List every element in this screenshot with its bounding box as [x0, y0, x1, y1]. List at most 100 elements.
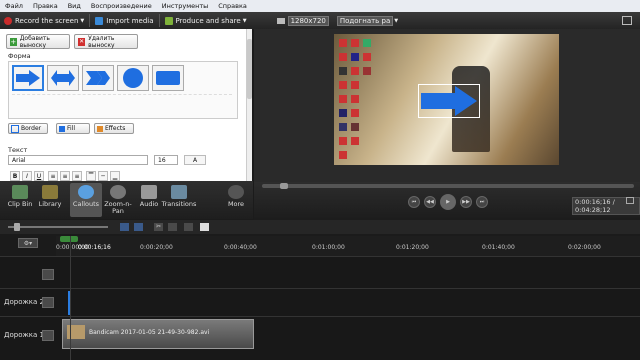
track-row: Дорожка 2 — [0, 288, 640, 316]
fill-button[interactable]: Fill — [56, 123, 90, 134]
timeline-toolbar: ✂ — [0, 220, 640, 234]
separator — [158, 14, 160, 27]
chevron-down-icon: ▼ — [394, 17, 399, 24]
ruler-tick: 0:00:40;00 — [224, 244, 257, 251]
tab-library[interactable]: Library — [36, 183, 64, 217]
tab-clip-bin[interactable]: Clip Bin — [4, 183, 36, 217]
shape-right-arrow[interactable] — [12, 65, 44, 91]
callout-bubble-icon — [78, 185, 94, 199]
resolution-select[interactable]: 1280x720 — [273, 13, 333, 28]
skip-back-button[interactable]: ⏮ — [408, 196, 420, 208]
border-icon — [11, 124, 19, 133]
ruler-tick: 0:02:00;00 — [568, 244, 601, 251]
chevron-down-icon: ▼ — [80, 17, 85, 24]
menu-view[interactable]: Вид — [63, 2, 86, 10]
effects-button[interactable]: Effects — [94, 123, 134, 134]
text-color-button[interactable]: A — [184, 155, 206, 165]
circle-icon — [123, 68, 143, 88]
record-screen-button[interactable]: Record the screen ▼ — [0, 13, 88, 28]
italic-button[interactable]: I — [22, 171, 32, 181]
menu-help[interactable]: Справка — [213, 2, 252, 10]
valign-bottom-icon[interactable]: ▁ — [110, 171, 120, 181]
cut-icon[interactable]: ✂ — [154, 223, 163, 231]
track-lock-icon[interactable] — [42, 330, 54, 341]
zoom-handle[interactable] — [14, 223, 20, 231]
main-toolbar: Record the screen ▼ Import media Produce… — [0, 12, 640, 29]
menu-edit[interactable]: Правка — [28, 2, 63, 10]
shape-circle[interactable] — [117, 65, 149, 91]
copy-icon[interactable] — [184, 223, 193, 231]
align-left-icon[interactable]: ≡ — [48, 171, 58, 181]
seek-track[interactable] — [262, 184, 634, 188]
video-canvas[interactable] — [334, 34, 559, 165]
shape-header: Форма — [8, 52, 31, 60]
menu-file[interactable]: Файл — [0, 2, 28, 10]
track-lock-icon[interactable] — [42, 269, 54, 280]
task-tabs: Clip Bin Library Callouts Zoom-n-Pan Aud… — [0, 181, 253, 219]
shape-double-arrow[interactable] — [47, 65, 79, 91]
align-right-icon[interactable]: ≡ — [72, 171, 82, 181]
ruler-tick: 0:01:00;00 — [312, 244, 345, 251]
ruler-tick: 0:01:40;00 — [482, 244, 515, 251]
fast-forward-button[interactable]: ▶▶ — [460, 196, 472, 208]
menu-playback[interactable]: Воспроизведение — [86, 2, 157, 10]
track-lock-icon[interactable] — [42, 297, 54, 308]
align-center-icon[interactable]: ≡ — [60, 171, 70, 181]
playback-bar: ⏮ ◀◀ ▶ ▶▶ ⏭ 0:00:16;16 / 0:04:28;12 — [254, 182, 640, 220]
chevron-down-icon: ▼ — [242, 17, 247, 24]
callouts-panel: + Добавить выноску ✕ Удалить выноску Фор… — [0, 29, 252, 211]
shape-chevron-arrow[interactable] — [82, 65, 114, 91]
track-label: Дорожка 2 — [4, 298, 44, 306]
rewind-button[interactable]: ◀◀ — [424, 196, 436, 208]
video-clip[interactable]: Bandicam 2017-01-05 21-49-30-982.avi — [62, 319, 254, 349]
underline-button[interactable]: U — [34, 171, 44, 181]
scroll-thumb[interactable] — [247, 39, 252, 99]
library-icon — [42, 185, 58, 199]
fit-select[interactable]: Подогнать ра ▼ — [333, 13, 402, 28]
split-icon[interactable] — [168, 223, 177, 231]
tab-callouts[interactable]: Callouts — [70, 183, 102, 217]
font-select[interactable]: Arial — [8, 155, 148, 165]
separator — [89, 14, 91, 27]
import-media-button[interactable]: Import media — [91, 13, 157, 28]
left-panel-scrollbar[interactable] — [246, 29, 252, 181]
shape-rectangle[interactable] — [152, 65, 184, 91]
track-row — [0, 256, 640, 288]
track-row: Дорожка 1 Bandicam 2017-01-05 21-49-30-9… — [0, 316, 640, 360]
film-icon — [12, 185, 28, 199]
produce-icon — [164, 16, 173, 25]
detach-preview-button[interactable] — [618, 13, 636, 28]
desktop-icons — [337, 37, 385, 161]
valign-top-icon[interactable]: ▔ — [86, 171, 96, 181]
play-button[interactable]: ▶ — [440, 194, 456, 210]
ruler-tick: 0:01:20;00 — [396, 244, 429, 251]
callout-selection-box[interactable] — [418, 84, 480, 118]
undo-icon[interactable] — [120, 223, 129, 231]
timeline-ruler[interactable]: 0:00:00;00 0:00:16;16 0:00:20;00 0:00:40… — [56, 236, 640, 256]
tab-more[interactable]: More — [222, 183, 250, 217]
tab-zoom-n-pan[interactable]: Zoom-n-Pan — [104, 183, 132, 217]
track-label: Дорожка 1 — [4, 331, 44, 339]
valign-middle-icon[interactable]: ─ — [98, 171, 108, 181]
skip-forward-button[interactable]: ⏭ — [476, 196, 488, 208]
add-callout-button[interactable]: + Добавить выноску — [6, 34, 70, 49]
double-arrow-icon — [51, 70, 75, 86]
playhead-marker[interactable] — [60, 236, 78, 242]
seek-handle[interactable] — [280, 183, 288, 189]
border-button[interactable]: Border — [8, 123, 48, 134]
produce-share-button[interactable]: Produce and share ▼ — [161, 13, 251, 28]
bold-button[interactable]: B — [10, 171, 20, 181]
zoom-slider[interactable] — [8, 226, 108, 228]
font-size-select[interactable]: 16 — [154, 155, 178, 165]
fullscreen-icon[interactable] — [626, 197, 634, 204]
paste-icon[interactable] — [200, 223, 209, 231]
record-icon — [4, 16, 12, 25]
tab-transitions[interactable]: Transitions — [162, 183, 196, 217]
redo-icon[interactable] — [134, 223, 143, 231]
timeline-settings-button[interactable]: ⚙▾ — [18, 238, 38, 248]
menu-tools[interactable]: Инструменты — [157, 2, 214, 10]
callout-arrow-icon — [421, 86, 477, 116]
remove-callout-button[interactable]: ✕ Удалить выноску — [74, 34, 138, 49]
transitions-icon — [171, 185, 187, 199]
tab-audio[interactable]: Audio — [136, 183, 162, 217]
